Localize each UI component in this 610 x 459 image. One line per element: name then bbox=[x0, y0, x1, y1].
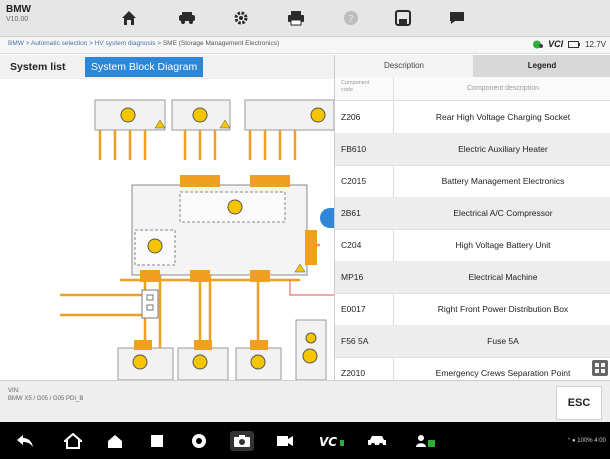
system-navigation-bar: VC ° ● 100% 4:00 bbox=[0, 422, 610, 459]
table-row[interactable]: MP16 Electrical Machine bbox=[335, 261, 610, 294]
save-icon[interactable] bbox=[392, 7, 414, 29]
legend-panel: Description Legend Component code Compon… bbox=[334, 55, 610, 381]
brand-block: BMW V10.00 bbox=[6, 4, 31, 23]
back-icon[interactable] bbox=[14, 431, 36, 451]
print-icon[interactable] bbox=[285, 7, 307, 29]
component-description: Battery Management Electronics bbox=[441, 176, 565, 186]
table-row[interactable]: F56 5A Fuse 5A bbox=[335, 325, 610, 358]
table-row[interactable]: Z206 Rear High Voltage Charging Socket bbox=[335, 101, 610, 134]
breadcrumb-path[interactable]: BMW > Automatic selection > HV system di… bbox=[8, 40, 163, 47]
legend-table-header: Component code Component description bbox=[335, 77, 610, 101]
vehicle-shortcut-icon[interactable] bbox=[366, 431, 388, 451]
battery-voltage: 12.7V bbox=[585, 39, 606, 49]
chat-icon[interactable] bbox=[446, 7, 468, 29]
component-description: High Voltage Battery Unit bbox=[455, 240, 551, 250]
help-icon[interactable]: ? bbox=[340, 7, 362, 29]
table-row[interactable]: E0017 Right Front Power Distribution Box bbox=[335, 293, 610, 326]
table-row[interactable]: FB610 Electric Auxiliary Heater bbox=[335, 133, 610, 166]
column-header-description: Component description bbox=[467, 85, 539, 92]
fuse-box bbox=[141, 289, 159, 319]
component-code: Z2010 bbox=[341, 368, 366, 378]
tab-legend[interactable]: Legend bbox=[473, 55, 610, 77]
esc-button[interactable]: ESC bbox=[556, 386, 602, 420]
screen-record-icon[interactable] bbox=[274, 431, 296, 451]
component-description: Electrical A/C Compressor bbox=[453, 208, 553, 218]
component-group-top bbox=[94, 99, 334, 131]
system-status: ° ● 100% 4:00 bbox=[567, 438, 606, 444]
screenshot-icon[interactable] bbox=[230, 431, 254, 451]
browser-icon[interactable] bbox=[188, 431, 210, 451]
svg-text:VC: VC bbox=[319, 435, 337, 448]
battery-management-block[interactable] bbox=[131, 175, 317, 282]
autel-home-icon[interactable] bbox=[104, 431, 126, 451]
battery-icon bbox=[568, 40, 581, 48]
component-description: Rear High Voltage Charging Socket bbox=[435, 112, 571, 122]
remote-desk-icon[interactable] bbox=[414, 431, 438, 451]
component-code: Z206 bbox=[341, 112, 361, 122]
vci-label: VCI bbox=[548, 39, 564, 49]
breadcrumb[interactable]: BMW > Automatic selection > HV system di… bbox=[8, 40, 279, 47]
view-tabs: System list System Block Diagram bbox=[0, 55, 334, 79]
recent-apps-icon[interactable] bbox=[146, 431, 168, 451]
component-code: C2015 bbox=[341, 176, 367, 186]
vin-value: BMW X5 / G05 / G05 PDI_B bbox=[8, 396, 84, 402]
breadcrumb-bar: BMW > Automatic selection > HV system di… bbox=[0, 37, 610, 54]
grid-view-icon[interactable] bbox=[592, 360, 608, 376]
component-code: FB610 bbox=[341, 144, 367, 154]
table-row[interactable]: C204 High Voltage Battery Unit bbox=[335, 229, 610, 262]
android-home-icon[interactable] bbox=[62, 431, 84, 451]
component-code: F56 5A bbox=[341, 336, 369, 346]
column-header-code: Component code bbox=[341, 80, 370, 93]
component-code: C204 bbox=[341, 240, 362, 250]
app-version: V10.00 bbox=[6, 16, 29, 23]
home-icon[interactable] bbox=[118, 7, 140, 29]
breadcrumb-current: SME (Storage Management Electronics) bbox=[162, 40, 280, 47]
connection-icon bbox=[533, 40, 544, 48]
vci-manager-icon[interactable]: VC bbox=[318, 431, 346, 451]
component-description: Right Front Power Distribution Box bbox=[437, 304, 569, 314]
component-description: Emergency Crews Separation Point bbox=[435, 368, 571, 378]
tab-description[interactable]: Description bbox=[335, 55, 473, 77]
component-code: 2B61 bbox=[341, 208, 361, 218]
tab-system-list[interactable]: System list bbox=[4, 57, 71, 77]
table-row[interactable]: 2B61 Electrical A/C Compressor bbox=[335, 197, 610, 230]
component-code: E0017 bbox=[341, 304, 366, 314]
top-toolbar: BMW V10.00 ? bbox=[0, 0, 610, 37]
component-code: MP16 bbox=[341, 272, 364, 282]
block-diagram bbox=[60, 99, 334, 380]
panel-collapse-handle[interactable] bbox=[320, 208, 334, 228]
brand-name: BMW bbox=[6, 4, 31, 15]
vin-label: VIN: bbox=[8, 388, 20, 394]
table-row[interactable]: C2015 Battery Management Electronics bbox=[335, 165, 610, 198]
block-diagram-canvas[interactable] bbox=[0, 80, 334, 380]
connection-status: VCI 12.7V bbox=[533, 39, 606, 49]
settings-icon[interactable] bbox=[230, 7, 252, 29]
vehicle-info-bar: VIN: BMW X5 / G05 / G05 PDI_B bbox=[0, 380, 610, 423]
component-description: Fuse 5A bbox=[487, 336, 519, 346]
tab-system-block-diagram[interactable]: System Block Diagram bbox=[85, 57, 204, 77]
component-description: Electric Auxiliary Heater bbox=[458, 144, 548, 154]
vin-info: VIN: BMW X5 / G05 / G05 PDI_B bbox=[8, 387, 83, 403]
table-row[interactable]: Z2010 Emergency Crews Separation Point bbox=[335, 357, 610, 381]
vehicle-icon[interactable] bbox=[176, 7, 198, 29]
component-description: Electrical Machine bbox=[468, 272, 538, 282]
component-group-bottom bbox=[117, 319, 327, 380]
svg-text:?: ? bbox=[348, 14, 353, 25]
